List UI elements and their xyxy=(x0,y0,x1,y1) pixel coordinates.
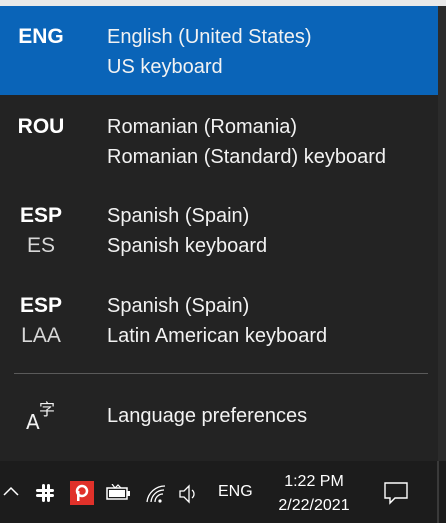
language-code: ENG xyxy=(18,25,64,48)
battery-icon[interactable] xyxy=(106,484,132,502)
language-item-esp-laa[interactable]: ESP LAA Spanish (Spain) Latin American k… xyxy=(0,275,438,364)
language-name: Romanian (Romania) xyxy=(107,116,298,138)
language-variant: LAA xyxy=(21,324,61,347)
chevron-up-icon[interactable] xyxy=(2,484,20,498)
language-code: ESP xyxy=(19,204,63,227)
input-indicator[interactable]: ENG xyxy=(218,483,253,501)
keyboard-name: Spanish keyboard xyxy=(107,235,268,257)
language-item-eng-us[interactable]: ENG English (United States) US keyboard xyxy=(0,6,438,95)
wifi-icon[interactable] xyxy=(145,484,167,504)
language-name: English (United States) xyxy=(107,26,312,48)
language-name: Spanish (Spain) xyxy=(107,205,250,227)
pdf-app-icon[interactable] xyxy=(70,481,94,505)
keyboard-name: Latin American keyboard xyxy=(107,325,328,347)
clock-time: 1:22 PM xyxy=(284,473,344,490)
divider xyxy=(14,373,428,374)
language-preferences-label: Language preferences xyxy=(107,405,308,427)
clock-date: 2/22/2021 xyxy=(278,497,350,514)
notification-icon[interactable] xyxy=(383,481,409,505)
screen: ENG English (United States) US keyboard … xyxy=(0,0,446,523)
volume-icon[interactable] xyxy=(178,484,202,504)
keyboard-name: Romanian (Standard) keyboard xyxy=(107,146,387,168)
language-item-rou[interactable]: ROU Romanian (Romania) Romanian (Standar… xyxy=(0,95,438,184)
clock[interactable]: 1:22 PM 2/22/2021 xyxy=(270,470,358,518)
language-name: Spanish (Spain) xyxy=(107,295,250,317)
flyout-edge xyxy=(438,6,446,461)
slack-icon[interactable] xyxy=(34,482,56,504)
language-variant: ES xyxy=(26,234,55,257)
show-desktop-divider[interactable] xyxy=(437,461,439,523)
language-code: ROU xyxy=(17,115,65,138)
language-item-esp-es[interactable]: ESP ES Spanish (Spain) Spanish keyboard xyxy=(0,185,438,274)
language-code: ESP xyxy=(19,294,63,317)
language-icon-character: 字 xyxy=(39,400,56,419)
language-icon-letter: A xyxy=(26,410,40,434)
keyboard-name: US keyboard xyxy=(107,56,223,78)
language-settings-icon: A 字 xyxy=(22,396,62,436)
